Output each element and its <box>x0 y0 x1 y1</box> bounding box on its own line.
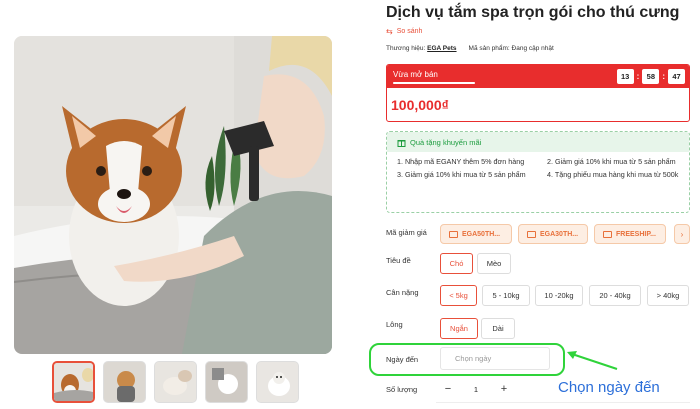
thumbnail-5[interactable] <box>256 361 299 403</box>
promotion-item: 1. Nhập mã EGANY thêm 5% đơn hàng <box>397 157 525 166</box>
timer-seconds: 47 <box>668 69 685 84</box>
title-option-label: Tiêu đề <box>386 256 411 265</box>
promotion-list: 1. Nhập mã EGANY thêm 5% đơn hàng 2. Giả… <box>387 152 689 180</box>
sku-info: Mã sản phẩm: Đang cập nhật <box>469 45 554 52</box>
promotion-item: 4. Tặng phiếu mua hàng khi mua từ 500k <box>547 170 679 179</box>
flash-sale-header: Vừa mở bán 13 : 58 : 47 <box>387 65 689 88</box>
flash-sale-progress <box>393 82 475 84</box>
compare-link[interactable]: ⇆ So sánh <box>386 27 422 36</box>
gift-icon <box>397 139 406 147</box>
option-weight-5-10[interactable]: 5 - 10kg <box>482 285 530 306</box>
thumbnail-3[interactable] <box>154 361 197 403</box>
weight-option-label: Cân nặng <box>386 288 419 297</box>
promotion-box: Quà tặng khuyến mãi 1. Nhập mã EGANY thê… <box>386 131 690 213</box>
annotation-arrow-icon <box>567 351 618 370</box>
brand-info: Thương hiệu: EGA Pets <box>386 45 457 52</box>
option-weight-10-20[interactable]: 10 -20kg <box>535 285 583 306</box>
option-weight-under-5[interactable]: < 5kg <box>440 285 477 306</box>
quantity-increase-button[interactable]: + <box>496 383 512 395</box>
option-weight-20-40[interactable]: 20 - 40kg <box>589 285 641 306</box>
flash-sale-progress-fill <box>393 82 475 84</box>
coupon-chip[interactable]: EGA30TH... <box>518 224 588 244</box>
date-label: Ngày đến <box>386 355 419 364</box>
flash-sale-box: Vừa mở bán 13 : 58 : 47 100,000₫ <box>386 64 690 122</box>
coupon-chip[interactable]: EGA50TH... <box>440 224 512 244</box>
countdown-timer: 13 : 58 : 47 <box>616 69 685 84</box>
fur-option-label: Lông <box>386 320 403 329</box>
option-fur-long[interactable]: Dài <box>481 318 515 339</box>
timer-minutes: 58 <box>642 69 660 84</box>
timer-hours: 13 <box>616 69 634 84</box>
option-cat[interactable]: Mèo <box>477 253 511 274</box>
promotion-item: 2. Giảm giá 10% khi mua từ 5 sản phẩm <box>547 157 676 166</box>
compare-label: So sánh <box>396 28 423 35</box>
ticket-icon <box>527 230 536 238</box>
promotion-item: 3. Giảm giá 10% khi mua từ 5 sản phẩm <box>397 170 526 179</box>
quantity-decrease-button[interactable]: − <box>440 383 456 395</box>
compare-icon: ⇆ <box>386 27 393 36</box>
timer-separator: : <box>636 72 640 81</box>
main-product-image[interactable] <box>14 36 332 354</box>
date-picker-input[interactable]: Chọn ngày <box>440 347 550 370</box>
annotation-text: Chọn ngày đến <box>558 379 660 396</box>
thumbnail-2[interactable] <box>103 361 146 403</box>
quantity-label: Số lượng <box>386 385 418 394</box>
ticket-icon <box>603 230 612 238</box>
brand-link[interactable]: EGA Pets <box>427 45 456 52</box>
promotion-header: Quà tặng khuyến mãi <box>387 132 689 152</box>
coupon-code: EGA30TH... <box>540 230 579 238</box>
product-meta: Thương hiệu: EGA Pets Mã sản phẩm: Đang … <box>386 45 554 52</box>
coupon-chip[interactable]: FREESHIP... <box>594 224 666 244</box>
chevron-right-icon[interactable]: › <box>674 224 690 244</box>
coupon-code: FREESHIP... <box>616 230 656 238</box>
timer-separator: : <box>662 72 665 81</box>
thumbnail-1[interactable] <box>52 361 95 403</box>
coupon-code: EGA50TH... <box>462 230 501 238</box>
option-weight-over-40[interactable]: > 40kg <box>647 285 689 306</box>
quantity-stepper: − 1 + <box>440 380 512 398</box>
ticket-icon <box>449 230 458 238</box>
quantity-value[interactable]: 1 <box>456 385 496 394</box>
coupon-label: Mã giảm giá <box>386 228 427 237</box>
option-dog[interactable]: Chó <box>440 253 473 274</box>
sku-label: Mã sản phẩm: <box>468 45 510 52</box>
product-title: Dịch vụ tắm spa trọn gói cho thú cưng <box>386 4 680 21</box>
brand-label: Thương hiệu: <box>386 45 426 52</box>
divider <box>436 402 690 403</box>
option-fur-short[interactable]: Ngắn <box>440 318 478 339</box>
flash-sale-label: Vừa mở bán <box>393 70 438 79</box>
thumbnail-4[interactable] <box>205 361 248 403</box>
promotion-title: Quà tặng khuyến mãi <box>410 137 482 147</box>
product-price: 100,000₫ <box>391 97 449 113</box>
sku-value: Đang cập nhật <box>511 45 554 52</box>
thumbnail-strip <box>52 361 299 403</box>
